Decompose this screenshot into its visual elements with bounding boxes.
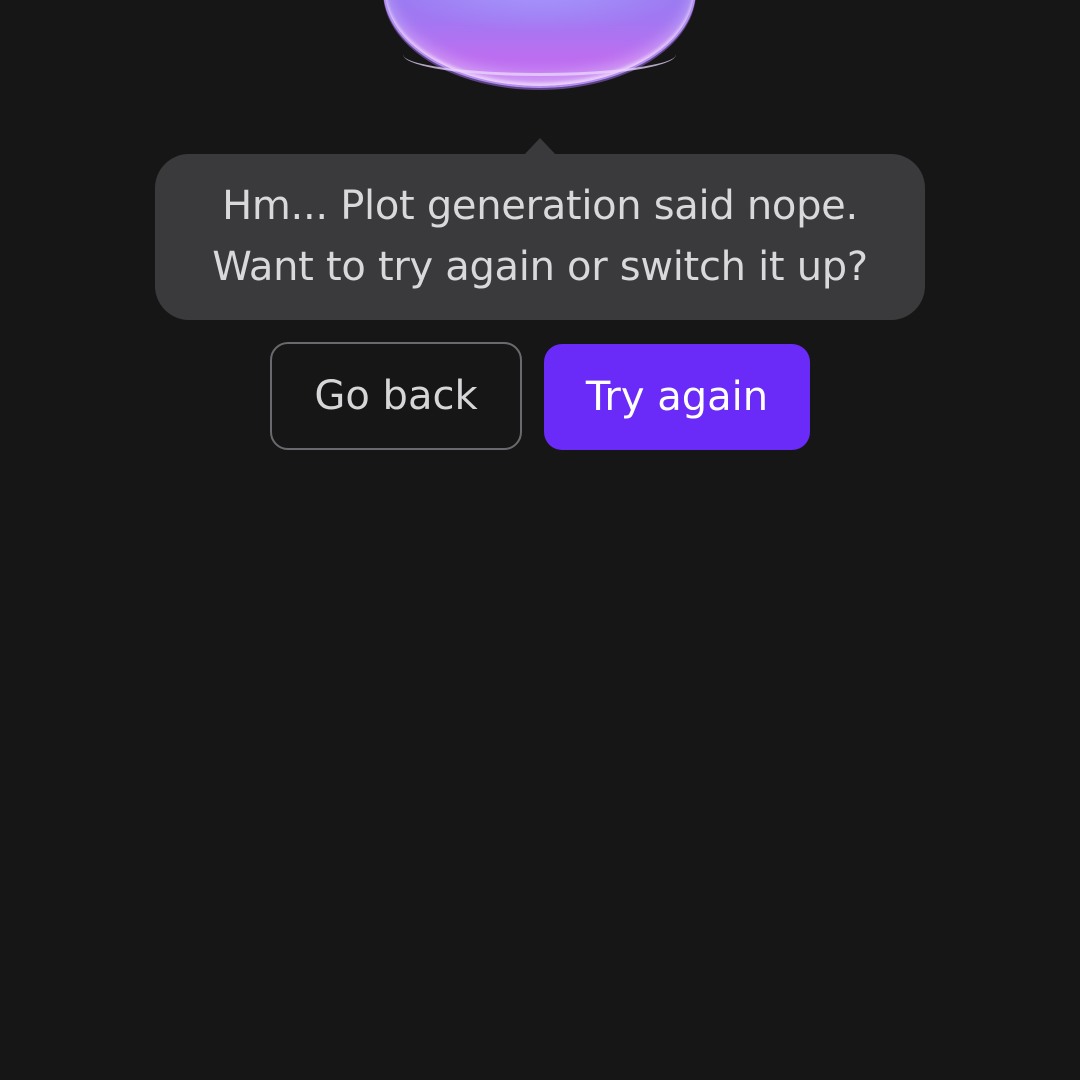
speech-bubble-tail: [524, 138, 556, 155]
error-message-line-2: Want to try again or switch it up?: [212, 244, 868, 290]
try-again-button[interactable]: Try again: [544, 344, 810, 450]
action-buttons: Go back Try again: [270, 342, 810, 450]
mascot-highlight: [403, 51, 676, 76]
error-message-line-1: Hm... Plot generation said nope.: [222, 183, 858, 229]
error-message-bubble: Hm... Plot generation said nope. Want to…: [155, 154, 925, 320]
mascot-blob-icon: [383, 0, 696, 88]
error-screen: Hm... Plot generation said nope. Want to…: [0, 0, 1080, 1080]
go-back-button[interactable]: Go back: [270, 342, 522, 450]
